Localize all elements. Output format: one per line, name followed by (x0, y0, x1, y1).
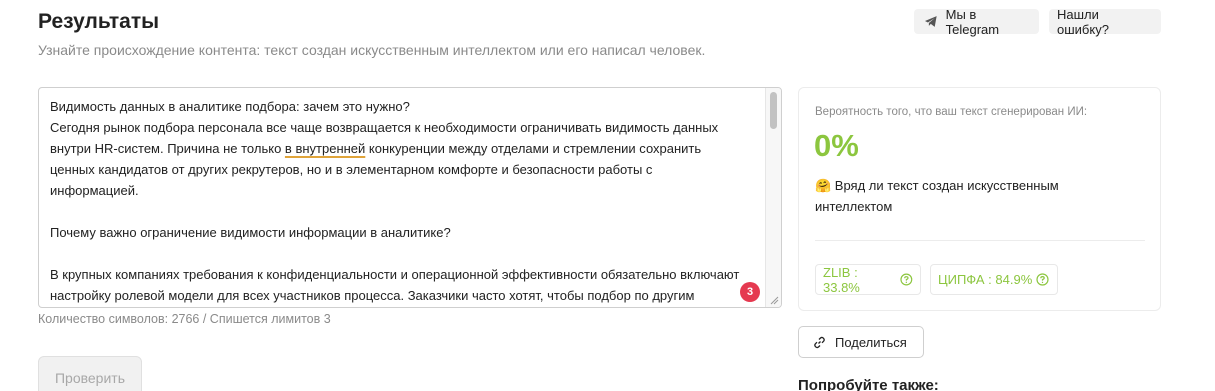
text-editor[interactable]: Видимость данных в аналитике подбора: за… (38, 87, 782, 308)
share-button-label: Поделиться (835, 334, 907, 350)
link-icon (814, 336, 825, 348)
report-error-label: Нашли ошибку? (1057, 6, 1109, 37)
probability-label: Вероятность того, что ваш текст сгенерир… (815, 106, 1088, 118)
editor-scrollbar[interactable] (765, 88, 781, 307)
editor-content[interactable]: Видимость данных в аналитике подбора: за… (50, 96, 762, 306)
editor-line: настройку ролевой модели для всех участн… (50, 288, 695, 303)
share-button[interactable]: Поделиться (798, 326, 924, 358)
editor-line (50, 243, 762, 264)
editor-line: Сегодня рынок подбора персонала все чаще… (50, 120, 719, 135)
check-button[interactable]: Проверить (38, 356, 142, 391)
report-error-button[interactable]: Нашли ошибку? (1049, 6, 1161, 37)
ai-probability-value: 0% (814, 128, 859, 163)
editor-line: В крупных компаниях требования к конфиде… (50, 267, 740, 282)
scrollbar-thumb[interactable] (770, 92, 777, 129)
page-title: Результаты (38, 10, 160, 33)
spelling-issue-highlight[interactable]: в внутренней (285, 141, 365, 156)
editor-line: Почему важно ограничение видимости инфор… (50, 225, 451, 240)
editor-line-part: конкуренции между отделами и стремлении … (365, 141, 702, 156)
help-circle-icon[interactable] (900, 273, 913, 286)
zlib-metric[interactable]: ZLIB : 33.8% (815, 264, 921, 295)
editor-line (50, 201, 762, 222)
telegram-button-label: Мы в Telegram (945, 6, 1000, 37)
editor-line: Видимость данных в аналитике подбора: за… (50, 99, 410, 114)
editor-line: внутри HR-систем. Причина не только в вн… (50, 138, 762, 159)
editor-line-part: внутри HR-систем. Причина не только (50, 141, 285, 156)
char-count: Количество символов: 2766 / Спишется лим… (38, 312, 331, 326)
editor-line: ценных кандидатов от других рекрутеров, … (50, 162, 653, 177)
result-card: Вероятность того, что ваш текст сгенерир… (798, 87, 1161, 311)
divider (815, 240, 1145, 241)
cipfa-metric-label: ЦИПФА : 84.9% (938, 272, 1033, 287)
telegram-icon (924, 16, 937, 27)
issue-count-badge[interactable]: 3 (740, 282, 760, 302)
resize-handle-icon[interactable] (769, 295, 779, 305)
verdict-text: 🤗 Вряд ли текст создан искусственным инт… (815, 178, 1059, 214)
help-circle-icon[interactable] (1036, 273, 1049, 286)
editor-line: информацией. (50, 183, 139, 198)
zlib-metric-label: ZLIB : 33.8% (823, 264, 860, 295)
page-subtitle: Узнайте происхождение контента: текст со… (38, 42, 706, 58)
telegram-button[interactable]: Мы в Telegram (914, 6, 1039, 37)
try-also-heading: Попробуйте также: (798, 377, 939, 391)
cipfa-metric[interactable]: ЦИПФА : 84.9% (930, 264, 1058, 295)
